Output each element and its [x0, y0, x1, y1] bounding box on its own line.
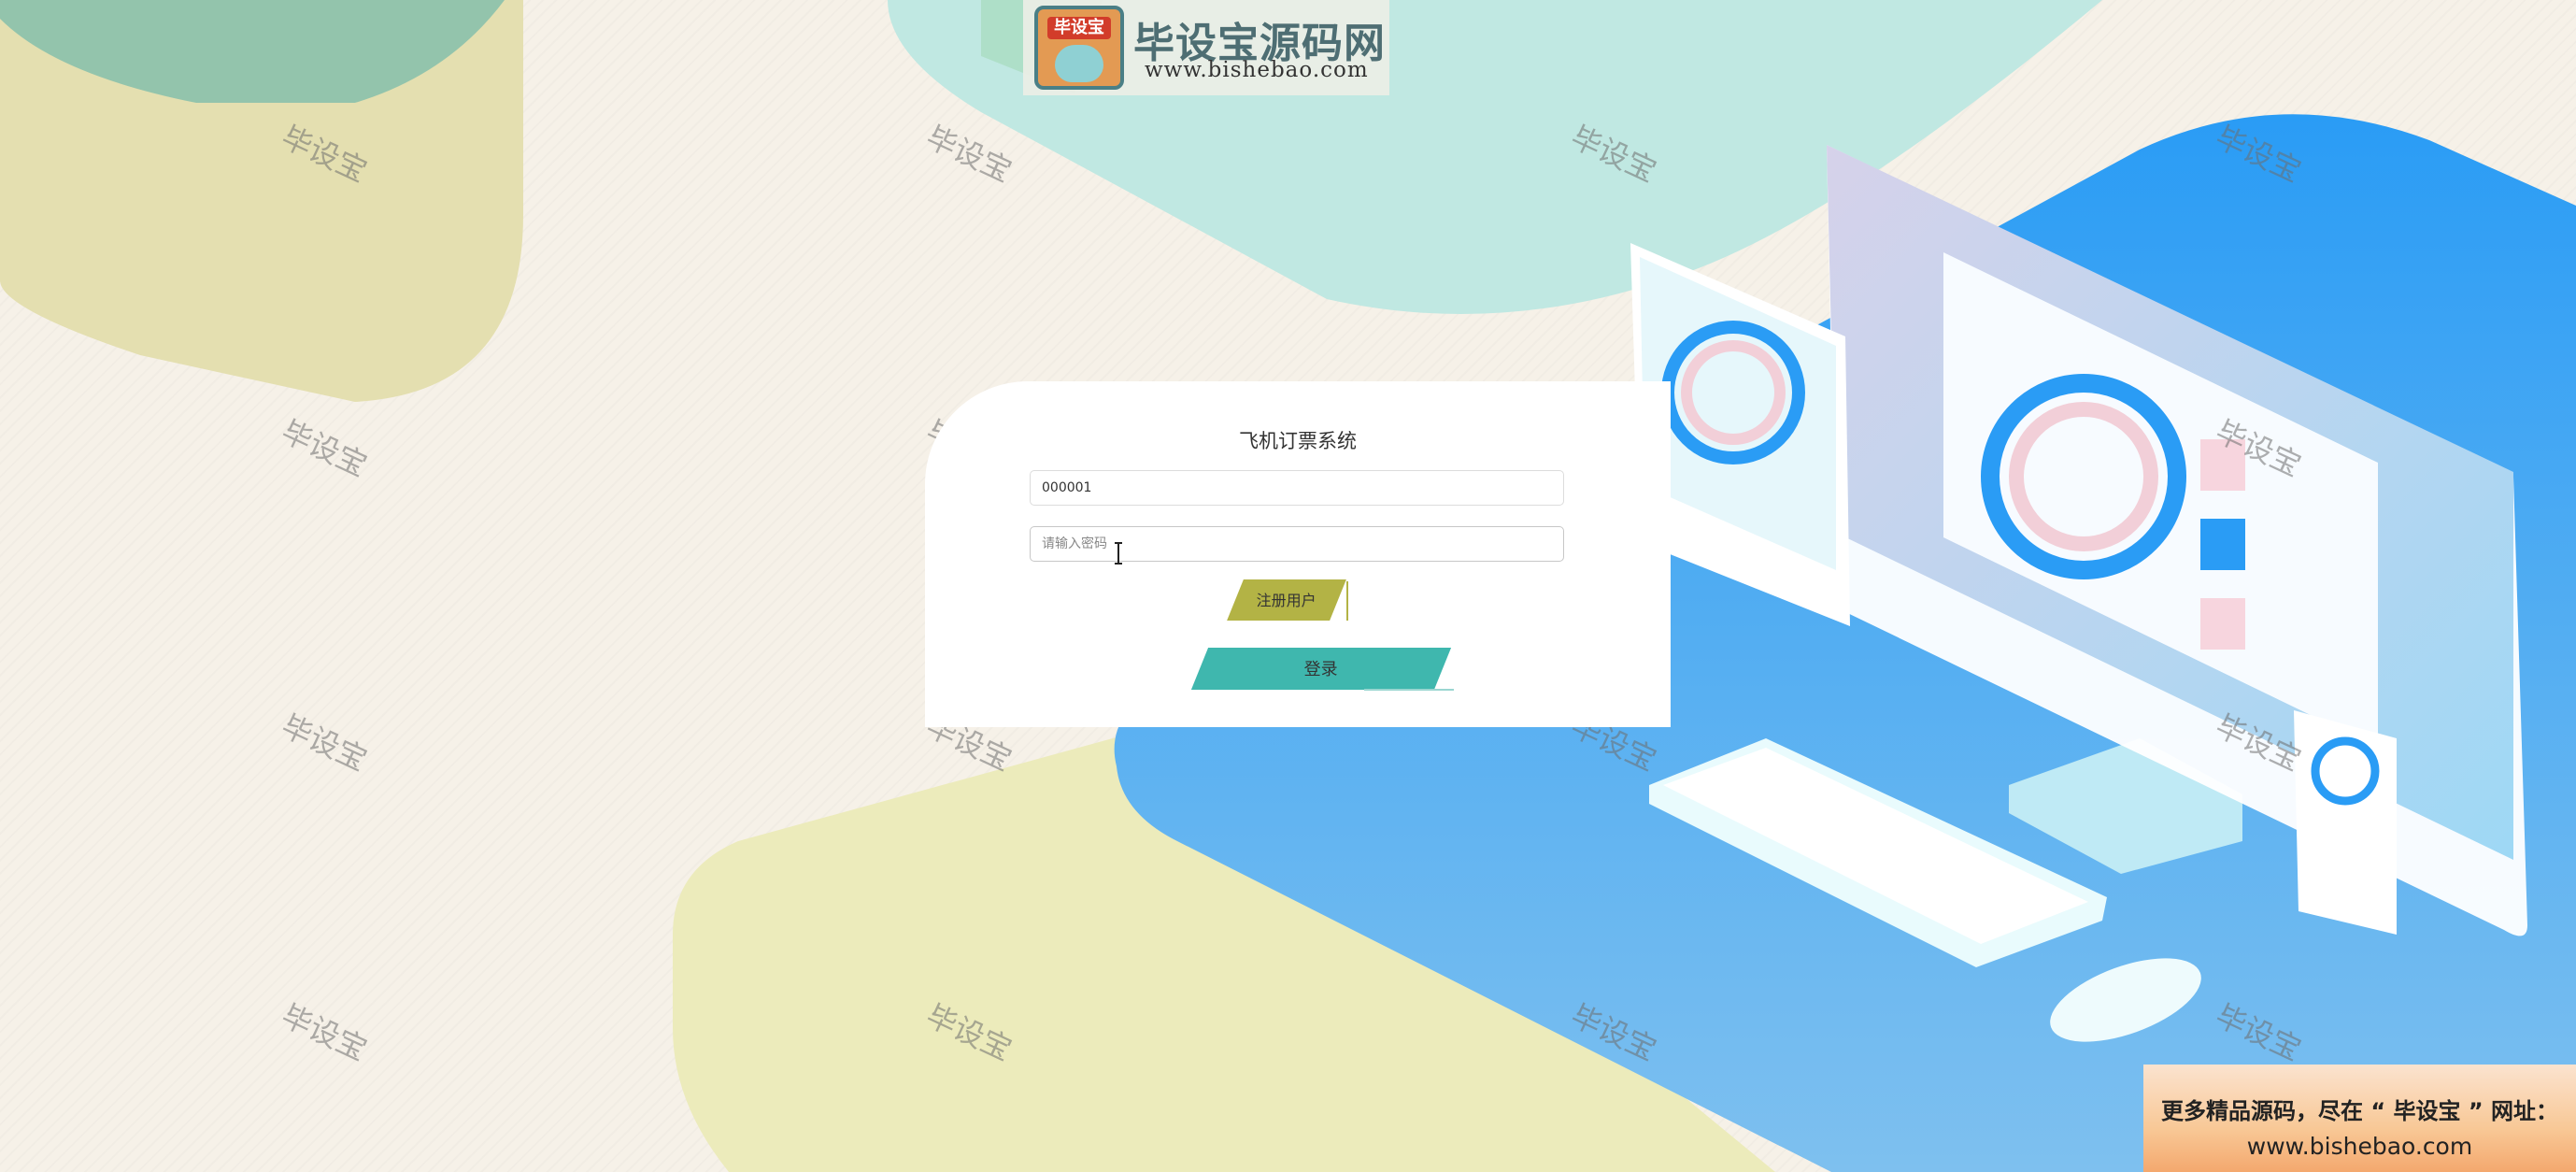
- login-button-label: 登录: [1303, 660, 1338, 679]
- register-button[interactable]: 注册用户: [1227, 579, 1346, 621]
- login-button[interactable]: 登录: [1190, 648, 1452, 690]
- password-input[interactable]: [1030, 526, 1564, 562]
- promo-url: www.bishebao.com: [2246, 1133, 2473, 1160]
- login-underline: [1364, 689, 1454, 691]
- register-divider: [1346, 581, 1348, 621]
- promo-text: 更多精品源码，尽在 “ 毕设宝 ” 网址：: [2161, 1098, 2558, 1124]
- system-title: 飞机订票系统: [1239, 430, 1357, 452]
- login-form: 飞机订票系统 注册用户 登录: [925, 381, 1671, 727]
- register-button-label: 注册用户: [1256, 592, 1316, 609]
- site-logo[interactable]: 毕设宝 毕设宝源码网 www.bishebao.com: [1023, 0, 1389, 95]
- promo-banner[interactable]: 更多精品源码，尽在 “ 毕设宝 ” 网址： www.bishebao.com: [2143, 1065, 2576, 1172]
- logo-url: www.bishebao.com: [1145, 58, 1369, 82]
- login-page: 毕设宝 毕设宝源码网 www.bishebao.com 毕设宝 毕设宝 毕设宝 …: [0, 0, 2576, 1172]
- username-input[interactable]: [1030, 470, 1564, 506]
- logo-badge-icon: 毕设宝: [1034, 6, 1124, 90]
- text-cursor-icon: [1115, 542, 1122, 565]
- logo-mascot-icon: [1055, 45, 1103, 82]
- logo-badge-text: 毕设宝: [1047, 17, 1111, 39]
